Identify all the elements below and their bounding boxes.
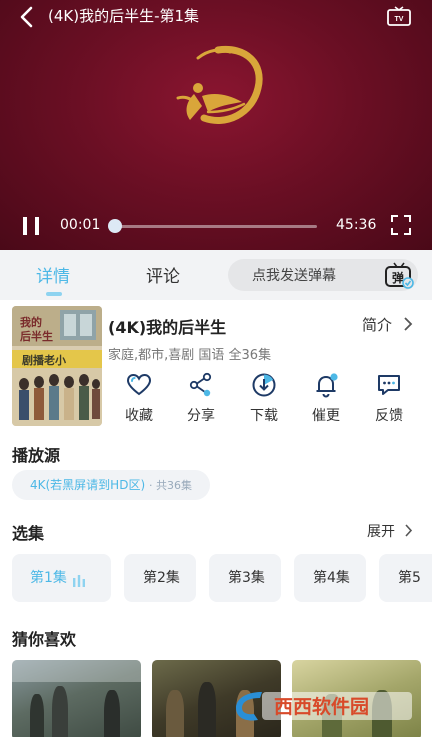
feedback-label: 反馈 [375,408,403,424]
progress-track[interactable] [114,225,317,228]
now-playing-bars-icon [73,575,85,587]
episode-item-1[interactable]: 第1集 [12,554,111,602]
episode-item-5[interactable]: 第5 [379,554,432,602]
download-label: 下载 [250,408,278,424]
show-meta: 家庭,都市,喜剧 国语 全36集 [108,348,272,363]
download-icon [252,373,276,397]
urge-update-button[interactable]: 催更 [301,372,351,428]
show-poster[interactable]: 我的 后半生 剧播老小 [12,306,102,426]
urge-update-label: 催更 [312,408,340,424]
episode-label: 第4集 [313,570,350,586]
tab-details[interactable]: 详情 [36,262,70,296]
video-title: (4K)我的后半生-第1集 [48,7,200,25]
download-button[interactable]: 下载 [239,372,289,428]
episode-item-2[interactable]: 第2集 [124,554,196,602]
feedback-button[interactable]: 反馈 [364,372,414,428]
details-panel: 我的 后半生 剧播老小 (4K)我的后半生 简介 家庭,都市,喜剧 国语 全36… [0,300,432,737]
video-player[interactable]: (4K)我的后半生-第1集 TV 00:01 45:36 [0,0,432,250]
share-icon [189,372,212,397]
episode-label: 第1集 [30,570,67,586]
svg-text:TV: TV [395,16,404,23]
tab-bar: 详情 评论 点我发送弹幕 弹 [0,250,432,300]
danmaku-input[interactable]: 点我发送弹幕 弹 [228,259,418,291]
episode-label: 第2集 [143,570,180,586]
source-name: 4K(若黑屏请到HD区) [30,478,146,492]
expand-episodes-link[interactable]: 展开 [367,521,395,541]
back-arrow-icon[interactable] [14,4,40,30]
intro-link[interactable]: 简介 [362,314,392,335]
active-tab-indicator [46,292,62,296]
watermark-logo: 西西软件园 [236,692,412,721]
episodes-section-title: 选集 [12,524,45,543]
danmaku-toggle-icon[interactable]: 弹 [384,261,414,289]
episode-list: 第1集 第2集 第3集 第4集 第5 [0,554,432,602]
chevron-right-icon[interactable] [404,524,413,537]
source-chip[interactable]: 4K(若黑屏请到HD区) · 共36集 [12,470,210,500]
episode-label: 第3集 [228,570,265,586]
source-episode-count: · 共36集 [148,479,192,492]
pause-icon[interactable] [20,214,42,238]
svg-text:后半生: 后半生 [20,329,53,343]
bell-icon [316,373,338,398]
tab-details-label: 详情 [36,267,70,287]
total-time: 45:36 [336,217,377,233]
svg-text:我的: 我的 [20,315,42,329]
recommend-section-title: 猜你喜欢 [12,630,77,649]
current-time: 00:01 [60,217,101,233]
show-title: (4K)我的后半生 [108,318,227,337]
favorite-label: 收藏 [125,408,153,424]
favorite-button[interactable]: 收藏 [114,372,164,428]
watermark-text: 西西软件园 [274,695,369,718]
studio-logo [176,45,263,124]
chevron-right-icon[interactable] [403,317,413,331]
episode-item-3[interactable]: 第3集 [209,554,281,602]
fullscreen-icon[interactable] [391,215,411,235]
source-section-title: 播放源 [12,446,61,465]
episode-label: 第5 [398,570,421,586]
tv-cast-icon[interactable]: TV [386,6,412,28]
heart-icon [126,373,152,396]
danmaku-placeholder: 点我发送弹幕 [252,268,336,284]
share-button[interactable]: 分享 [176,372,226,428]
share-label: 分享 [187,408,215,424]
episode-item-4[interactable]: 第4集 [294,554,366,602]
svg-text:剧播老小: 剧播老小 [22,353,66,367]
progress-thumb[interactable] [108,219,122,233]
feedback-icon [378,375,400,395]
recommend-card[interactable] [12,660,141,737]
tab-comments-label: 评论 [146,267,180,287]
tab-comments[interactable]: 评论 [146,262,180,287]
